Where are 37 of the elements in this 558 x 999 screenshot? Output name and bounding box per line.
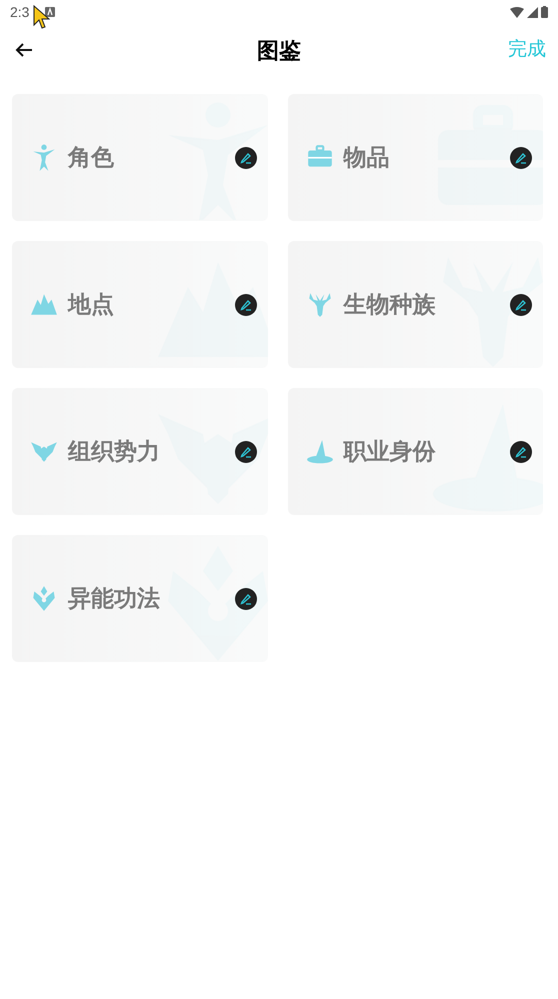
category-card[interactable]: 生物种族 (288, 241, 543, 368)
category-label: 组织势力 (68, 437, 161, 466)
done-button[interactable]: 完成 (508, 36, 546, 64)
edit-button[interactable] (510, 146, 532, 168)
pencil-icon (240, 592, 252, 604)
mouse-pointer-icon (33, 5, 50, 29)
category-label: 生物种族 (344, 290, 436, 320)
category-card[interactable]: 组织势力 (12, 388, 268, 515)
category-card[interactable]: 异能功法 (12, 535, 268, 662)
category-label: 角色 (68, 143, 115, 172)
back-arrow-icon (15, 42, 33, 58)
category-card[interactable]: 角色 (12, 94, 268, 221)
pencil-icon (240, 446, 252, 458)
pencil-icon (515, 152, 527, 164)
edit-button[interactable] (510, 440, 532, 462)
edit-button[interactable] (234, 146, 256, 168)
category-label: 职业身份 (344, 437, 436, 466)
signal-icon (527, 6, 538, 18)
edit-button[interactable] (234, 588, 256, 610)
category-label: 地点 (68, 290, 115, 320)
category-label: 物品 (344, 143, 390, 172)
pencil-icon (240, 298, 252, 310)
page-title: 图鉴 (257, 36, 301, 64)
notification-icon (45, 7, 56, 17)
category-label: 异能功法 (68, 584, 161, 614)
edit-button[interactable] (510, 294, 532, 316)
battery-icon (541, 6, 548, 18)
pencil-icon (240, 152, 252, 164)
pencil-icon (515, 298, 527, 310)
category-card[interactable]: 物品 (288, 94, 543, 221)
category-card[interactable]: 职业身份 (288, 388, 543, 515)
pencil-icon (515, 446, 527, 458)
edit-button[interactable] (234, 294, 256, 316)
status-time: 2:3 (10, 2, 30, 22)
wifi-icon (510, 6, 524, 18)
edit-button[interactable] (234, 440, 256, 462)
category-card[interactable]: 地点 (12, 241, 268, 368)
